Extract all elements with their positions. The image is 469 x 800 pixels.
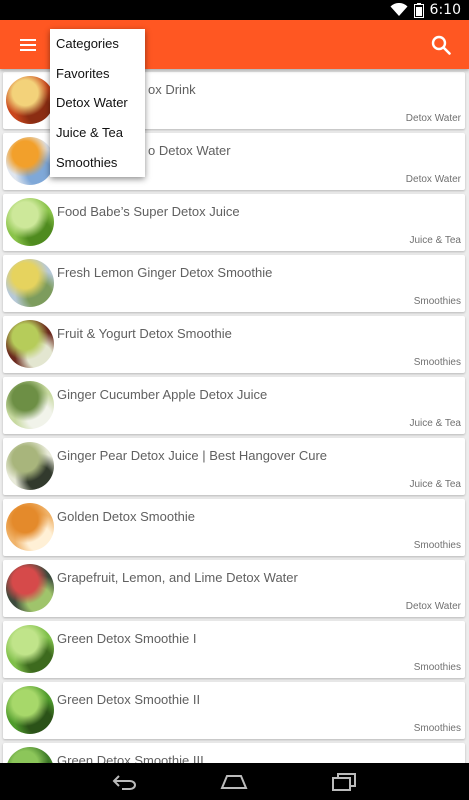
recipe-card[interactable]: Green Detox Smoothie II Smoothies: [3, 682, 465, 739]
recipe-card[interactable]: Green Detox Smoothie III: [3, 743, 465, 763]
recipe-title: Green Detox Smoothie II: [57, 692, 201, 707]
dropdown-item-detox-water[interactable]: Detox Water: [50, 88, 145, 118]
back-icon: [112, 774, 136, 790]
menu-button[interactable]: [14, 31, 42, 59]
recipe-thumbnail: [6, 381, 54, 429]
recipe-card[interactable]: Ginger Cucumber Apple Detox Juice Juice &…: [3, 377, 465, 434]
recipe-thumbnail: [6, 76, 54, 124]
recipe-title: ox Drink: [148, 82, 196, 97]
recipe-category-label: Smoothies: [413, 723, 461, 734]
home-button[interactable]: [214, 767, 254, 797]
recipe-category-label: Detox Water: [405, 601, 461, 612]
recents-button[interactable]: [324, 767, 364, 797]
recipe-title: Green Detox Smoothie I: [57, 631, 197, 646]
recipe-title: Food Babe’s Super Detox Juice: [57, 204, 240, 219]
recipe-thumbnail: [6, 747, 54, 763]
recipe-category-label: Smoothies: [413, 296, 461, 307]
dropdown-item-favorites[interactable]: Favorites: [50, 59, 145, 89]
recipe-title: Ginger Pear Detox Juice | Best Hangover …: [57, 448, 328, 463]
recipe-title: Grapefruit, Lemon, and Lime Detox Water: [57, 570, 298, 585]
recipe-title: Green Detox Smoothie III: [57, 753, 204, 763]
recipe-thumbnail: [6, 442, 54, 490]
hamburger-icon: [20, 38, 36, 51]
battery-icon: [413, 2, 424, 18]
recipe-card[interactable]: Grapefruit, Lemon, and Lime Detox Water D…: [3, 560, 465, 617]
recipe-title: Fruit & Yogurt Detox Smoothie: [57, 326, 232, 341]
recents-icon: [332, 772, 357, 791]
recipe-title: Ginger Cucumber Apple Detox Juice: [57, 387, 268, 402]
recipe-thumbnail: [6, 686, 54, 734]
recipe-category-label: Smoothies: [413, 357, 461, 368]
recipe-category-label: Smoothies: [413, 540, 461, 551]
navigation-bar: [0, 763, 469, 800]
recipe-thumbnail: [6, 564, 54, 612]
recipe-category-label: Smoothies: [413, 662, 461, 673]
recipe-card[interactable]: Fruit & Yogurt Detox Smoothie Smoothies: [3, 316, 465, 373]
dropdown-item-smoothies[interactable]: Smoothies: [50, 147, 145, 177]
recipe-title: Fresh Lemon Ginger Detox Smoothie: [57, 265, 273, 280]
home-icon: [220, 774, 248, 789]
recipe-thumbnail: [6, 198, 54, 246]
category-dropdown: Categories Favorites Detox Water Juice &…: [50, 29, 145, 177]
recipe-thumbnail: [6, 503, 54, 551]
recipe-category-label: Detox Water: [405, 113, 461, 124]
recipe-thumbnail: [6, 320, 54, 368]
recipe-thumbnail: [6, 137, 54, 185]
recipe-category-label: Detox Water: [405, 174, 461, 185]
recipe-thumbnail: [6, 259, 54, 307]
recipe-category-label: Juice & Tea: [409, 235, 461, 246]
dropdown-item-categories[interactable]: Categories: [50, 29, 145, 59]
recipe-thumbnail: [6, 625, 54, 673]
recipe-category-label: Juice & Tea: [409, 418, 461, 429]
recipe-card[interactable]: Food Babe’s Super Detox Juice Juice & Tea: [3, 194, 465, 251]
recipe-category-label: Juice & Tea: [409, 479, 461, 490]
back-button[interactable]: [105, 767, 145, 797]
recipe-title: o Detox Water: [148, 143, 231, 158]
recipe-title: Golden Detox Smoothie: [57, 509, 196, 524]
recipe-card[interactable]: Ginger Pear Detox Juice | Best Hangover …: [3, 438, 465, 495]
wifi-icon: [390, 3, 408, 17]
recipe-card[interactable]: Fresh Lemon Ginger Detox Smoothie Smoothi…: [3, 255, 465, 312]
dropdown-item-juice-tea[interactable]: Juice & Tea: [50, 118, 145, 148]
recipe-card[interactable]: Green Detox Smoothie I Smoothies: [3, 621, 465, 678]
status-bar: 6:10: [0, 0, 469, 20]
status-clock: 6:10: [429, 2, 461, 18]
recipe-card[interactable]: Golden Detox Smoothie Smoothies: [3, 499, 465, 556]
search-icon: [431, 35, 451, 55]
search-button[interactable]: [427, 31, 455, 59]
